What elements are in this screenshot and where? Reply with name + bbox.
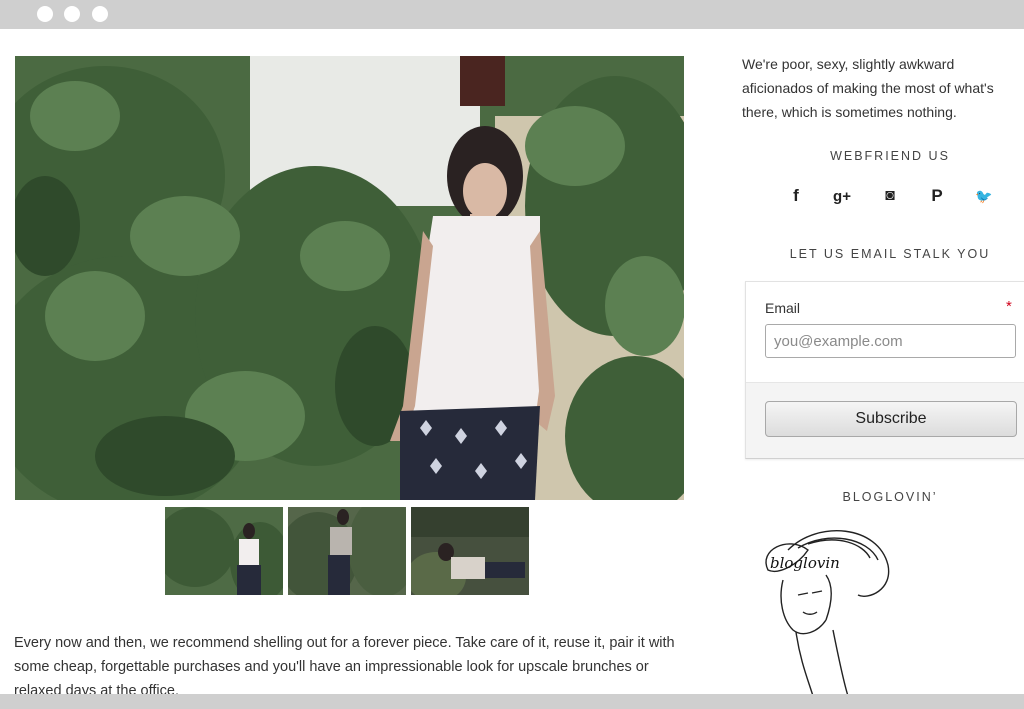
- social-links: f g+ ◙ P 🐦: [773, 185, 1003, 207]
- maximize-window-dot[interactable]: [92, 6, 108, 22]
- thumbnail-2[interactable]: [288, 507, 406, 595]
- facebook-icon[interactable]: f: [785, 185, 807, 207]
- required-indicator: *: [1006, 298, 1012, 315]
- about-text: We're poor, sexy, slightly awkward afici…: [742, 56, 994, 120]
- instagram-icon[interactable]: ◙: [879, 185, 901, 207]
- thumbnail-photo: [411, 507, 529, 595]
- svg-text:bloglovin: bloglovin: [770, 554, 840, 572]
- thumbnail-1[interactable]: [165, 507, 283, 595]
- browser-bottom-bar: [0, 694, 1024, 709]
- close-window-dot[interactable]: [37, 6, 53, 22]
- email-signup-heading: LET US EMAIL STALK YOU: [789, 247, 991, 261]
- thumbnail-photo: [165, 507, 283, 595]
- hero-photo: [15, 56, 684, 500]
- email-field-group: Email *: [746, 282, 1024, 383]
- webfriend-heading: WEBFRIEND US: [830, 149, 950, 163]
- email-label: Email: [765, 300, 801, 316]
- thumbnail-photo: [288, 507, 406, 595]
- twitter-icon[interactable]: 🐦: [973, 185, 995, 207]
- bloglovin-heading: BLOGLOVIN’: [842, 490, 938, 504]
- hero-image[interactable]: [15, 56, 684, 500]
- email-signup-form: Email * Subscribe: [745, 281, 1024, 459]
- browser-title-bar: [0, 0, 1024, 29]
- email-input[interactable]: [765, 324, 1016, 358]
- google-plus-icon[interactable]: g+: [831, 185, 853, 207]
- bloglovin-sketch: bloglovin: [765, 530, 890, 696]
- post-body-text: Every now and then, we recommend shellin…: [14, 635, 675, 699]
- subscribe-button[interactable]: Subscribe: [765, 401, 1017, 437]
- minimize-window-dot[interactable]: [64, 6, 80, 22]
- pinterest-icon[interactable]: P: [926, 185, 948, 207]
- bloglovin-illustration[interactable]: bloglovin: [748, 520, 898, 696]
- thumbnail-3[interactable]: [411, 507, 529, 595]
